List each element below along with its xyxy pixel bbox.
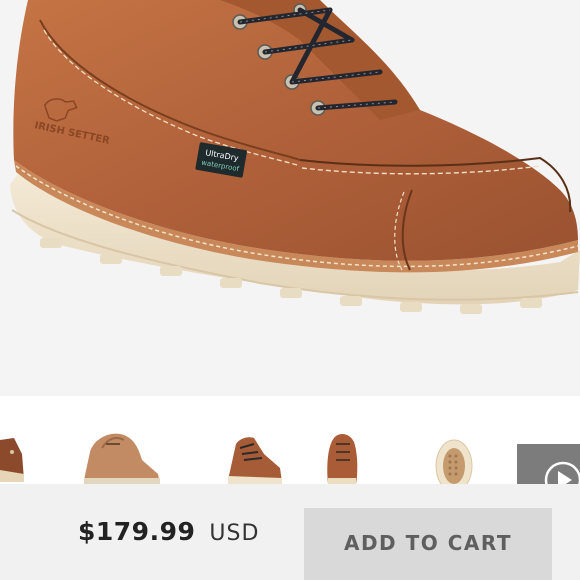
add-to-cart-button[interactable]: ADD TO CART — [304, 508, 552, 580]
price-display: $179.99 USD — [78, 512, 259, 552]
work-boot-image: UltraDry waterproof IRISH SETTER — [10, 0, 580, 314]
add-to-cart-label: ADD TO CART — [343, 531, 513, 555]
boot-front-thumbnail[interactable] — [322, 430, 362, 484]
boot-sole-thumbnail[interactable] — [432, 430, 476, 484]
image-divider — [0, 396, 580, 404]
play-icon — [544, 461, 580, 484]
thumbnail-strip[interactable] — [0, 404, 580, 484]
video-play-thumbnail[interactable] — [517, 444, 580, 484]
price-currency: USD — [209, 521, 260, 546]
boot-side-thumbnail[interactable] — [0, 430, 26, 484]
purchase-bar: $179.99 USD ADD TO CART — [0, 484, 580, 580]
price-amount: $179.99 — [78, 517, 196, 546]
boot-angle-thumbnail[interactable] — [222, 430, 286, 484]
boot-heel-thumbnail[interactable] — [80, 430, 162, 484]
product-image-area[interactable]: UltraDry waterproof IRISH SETTER — [0, 0, 580, 396]
